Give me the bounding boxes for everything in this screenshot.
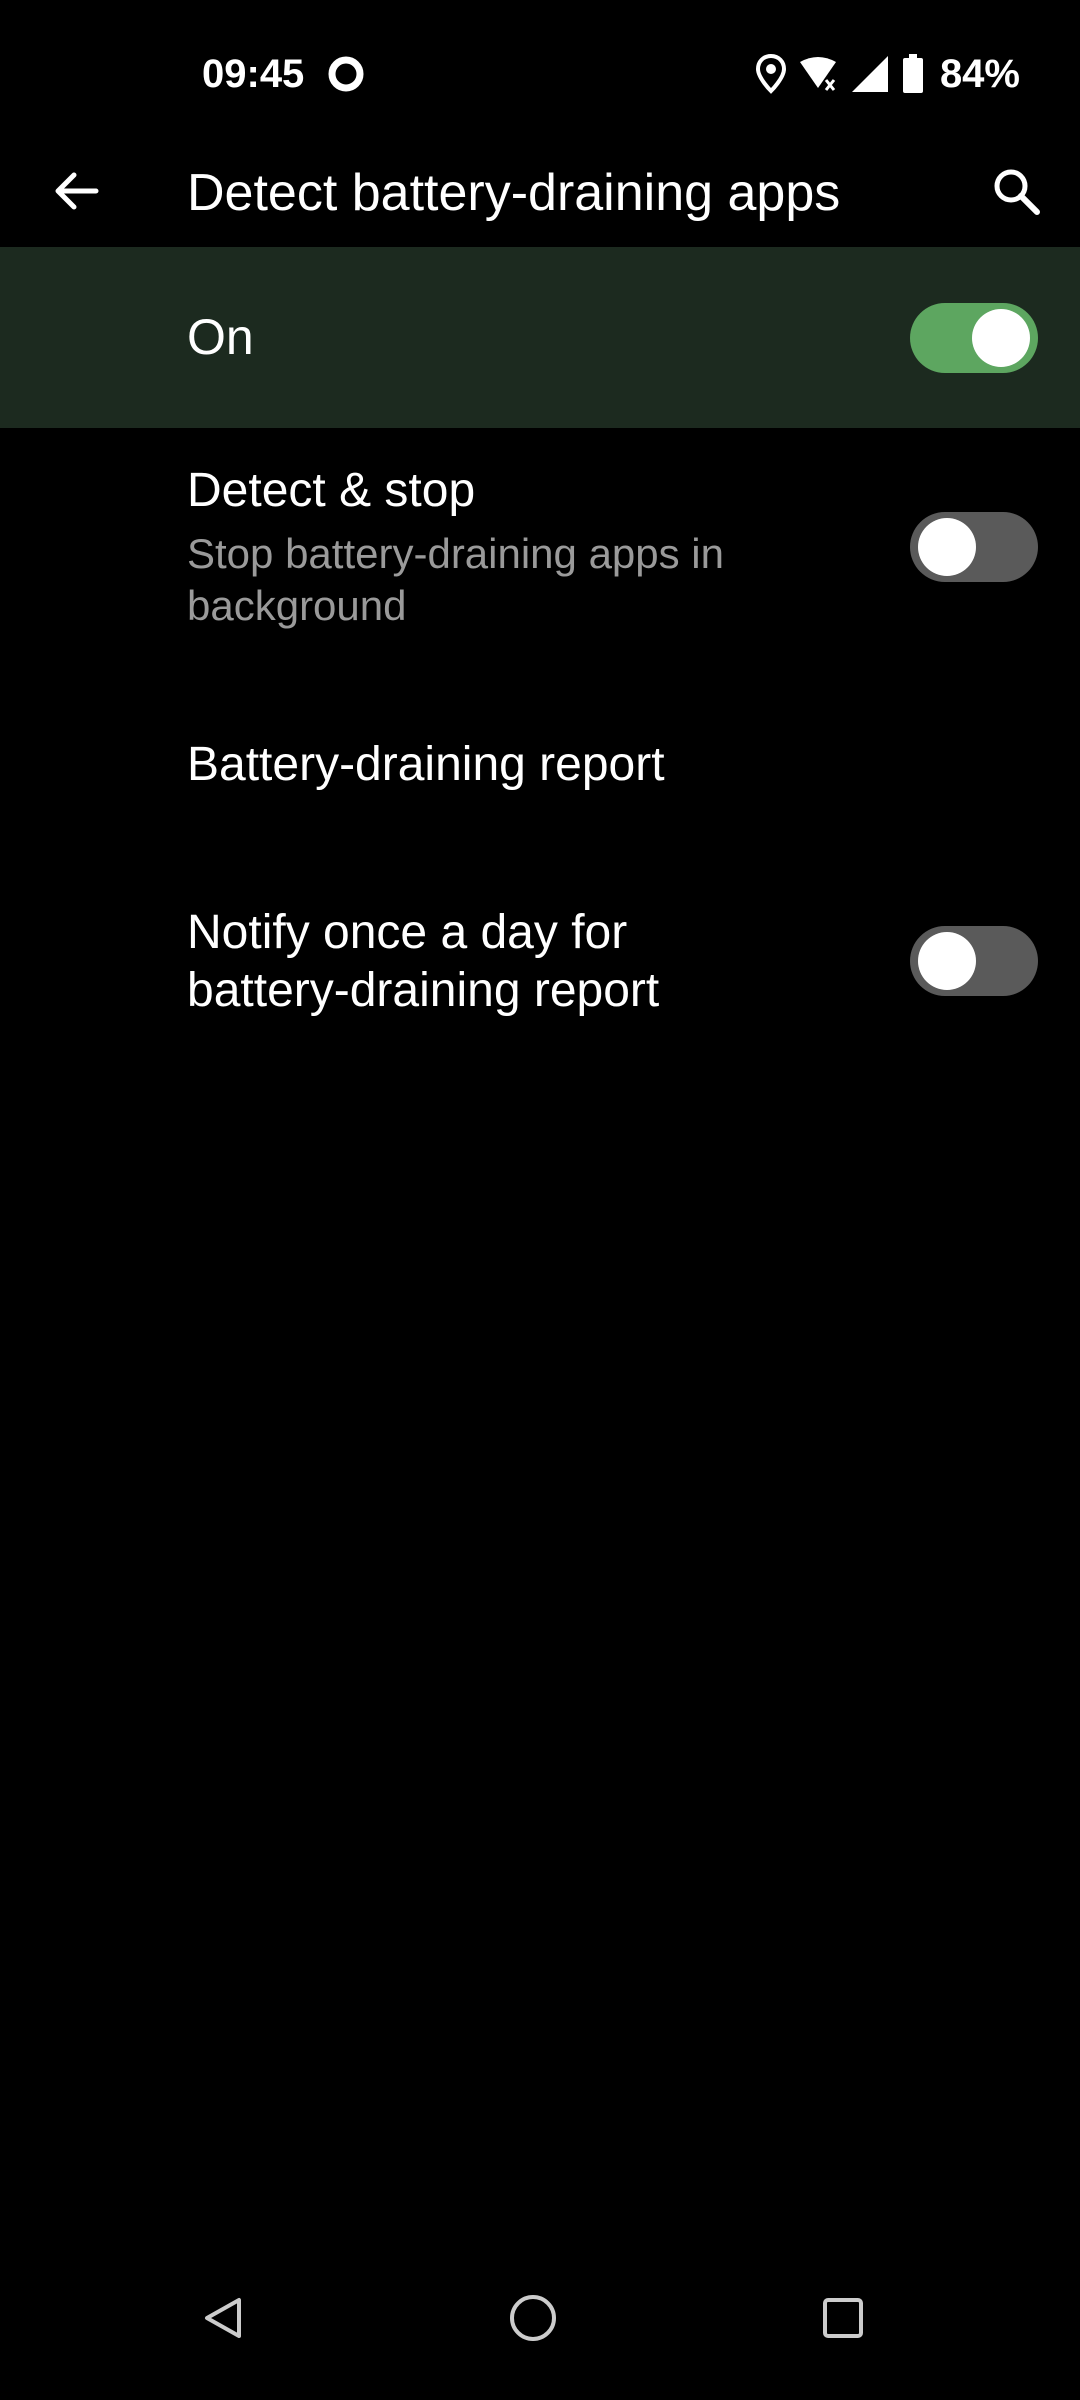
status-time: 09:45 bbox=[202, 52, 305, 96]
setting-title: Detect & stop bbox=[187, 464, 476, 517]
recents-square-icon bbox=[821, 2296, 865, 2345]
wifi-icon bbox=[798, 54, 838, 94]
switch-thumb bbox=[918, 518, 976, 576]
nav-home-button[interactable] bbox=[483, 2270, 583, 2370]
battery-percent: 84% bbox=[939, 52, 1020, 96]
location-icon bbox=[755, 54, 786, 94]
record-icon bbox=[328, 56, 364, 92]
master-toggle-switch[interactable] bbox=[910, 303, 1038, 373]
search-icon bbox=[990, 165, 1042, 222]
status-bar: 09:45 84% bbox=[0, 0, 1080, 140]
nav-recents-button[interactable] bbox=[793, 2270, 893, 2370]
setting-detect-and-stop[interactable]: Detect & stop Stop battery-draining apps… bbox=[0, 428, 1080, 658]
setting-title: Battery-draining report bbox=[187, 738, 665, 791]
battery-icon bbox=[902, 54, 924, 94]
search-button[interactable] bbox=[978, 155, 1054, 231]
cell-signal-icon bbox=[850, 54, 890, 94]
setting-battery-draining-report[interactable]: Battery-draining report bbox=[0, 700, 1080, 830]
app-bar: Detect battery-draining apps bbox=[0, 140, 1080, 246]
switch-thumb bbox=[918, 932, 976, 990]
master-switch-row[interactable]: On bbox=[0, 247, 1080, 428]
switch-thumb bbox=[972, 309, 1030, 367]
back-button[interactable] bbox=[38, 155, 114, 231]
status-icons: 84% bbox=[755, 46, 1020, 102]
notify-once-a-day-toggle-switch[interactable] bbox=[910, 926, 1038, 996]
setting-summary: Stop battery-draining apps in background bbox=[187, 530, 724, 629]
home-circle-icon bbox=[507, 2292, 559, 2349]
setting-title: Notify once a day for battery-draining r… bbox=[187, 906, 660, 1017]
detect-and-stop-toggle-switch[interactable] bbox=[910, 512, 1038, 582]
back-triangle-icon bbox=[199, 2294, 247, 2347]
arrow-back-icon bbox=[50, 165, 102, 222]
master-switch-label: On bbox=[187, 309, 254, 365]
setting-notify-once-a-day[interactable]: Notify once a day for battery-draining r… bbox=[0, 880, 1080, 1040]
navigation-bar bbox=[0, 2240, 1080, 2400]
nav-back-button[interactable] bbox=[173, 2270, 273, 2370]
page-title: Detect battery-draining apps bbox=[187, 164, 841, 222]
